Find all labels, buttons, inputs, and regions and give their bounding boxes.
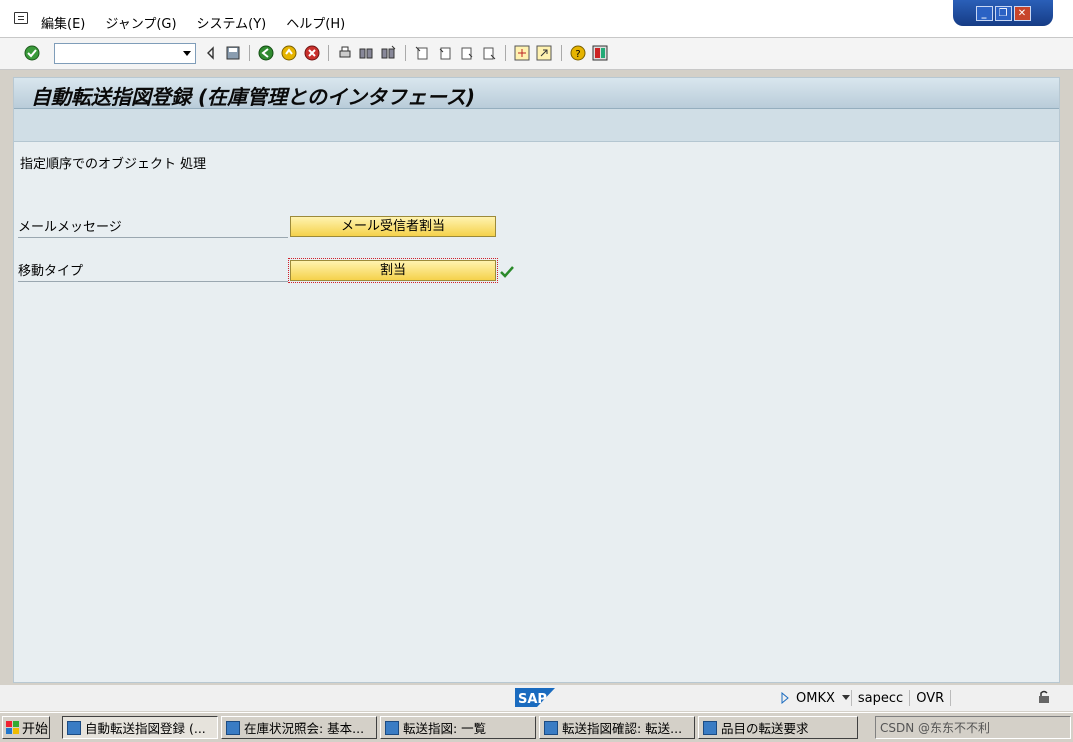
section-description: 指定順序でのオブジェクト 処理: [20, 157, 207, 172]
next-page-icon[interactable]: [459, 45, 475, 61]
start-button[interactable]: 开始: [2, 716, 50, 739]
menu-edit[interactable]: 編集(E): [41, 13, 85, 32]
lock-icon[interactable]: [1037, 690, 1051, 704]
status-bar: SAP OMKX sapecc OVR: [0, 685, 1073, 711]
status-info: OMKX sapecc OVR: [780, 690, 952, 706]
menu-goto[interactable]: ジャンプ(G): [105, 13, 176, 32]
task-item[interactable]: 品目の転送要求: [698, 716, 858, 739]
find-next-icon[interactable]: [380, 45, 396, 61]
enter-icon[interactable]: [24, 45, 40, 61]
app-window-icon: [67, 720, 81, 735]
insert-mode: OVR: [916, 690, 945, 706]
task-label: 自動転送指図登録 (...: [85, 721, 206, 736]
window-controls: _ ❐ ✕: [953, 0, 1053, 26]
toolbar-divider: [249, 45, 250, 61]
help-icon[interactable]: ?: [570, 45, 586, 61]
task-label: 在庫状況照会: 基本...: [244, 721, 365, 736]
server-name: sapecc: [857, 690, 904, 706]
shortcut-icon[interactable]: [536, 45, 552, 61]
new-session-icon[interactable]: [514, 45, 530, 61]
chevron-down-icon[interactable]: [183, 51, 191, 56]
main-panel: 自動転送指図登録 (在庫管理とのインタフェース) 指定順序でのオブジェクト 処理…: [13, 77, 1060, 683]
status-dropdown-icon[interactable]: [841, 694, 851, 702]
task-label: 転送指図確認: 転送...: [562, 721, 683, 736]
task-item[interactable]: 転送指図: 一覧: [380, 716, 536, 739]
previous-page-icon[interactable]: [437, 45, 453, 61]
back-arrow-icon[interactable]: [203, 45, 219, 61]
movement-type-label: 移動タイプ: [18, 263, 288, 282]
application-toolbar: [14, 109, 1059, 142]
page-title: 自動転送指図登録 (在庫管理とのインタフェース): [31, 85, 476, 109]
restore-button[interactable]: ❐: [994, 5, 1012, 21]
app-window-icon: [703, 720, 717, 735]
exit-icon[interactable]: [281, 45, 297, 61]
task-item[interactable]: 自動転送指図登録 (...: [62, 716, 218, 739]
toolbar-divider: [328, 45, 329, 61]
title-bar: 自動転送指図登録 (在庫管理とのインタフェース): [14, 78, 1059, 109]
print-icon[interactable]: [337, 45, 353, 61]
save-icon[interactable]: [225, 45, 241, 61]
back-icon[interactable]: [258, 45, 274, 61]
task-label: 品目の転送要求: [721, 721, 809, 736]
first-page-icon[interactable]: [414, 45, 430, 61]
windows-logo-icon: [6, 720, 19, 734]
app-window-icon: [385, 720, 399, 735]
layout-menu-icon[interactable]: [592, 45, 608, 61]
checkmark-icon: [500, 266, 514, 278]
task-item[interactable]: 転送指図確認: 転送...: [539, 716, 695, 739]
task-item[interactable]: 在庫状況照会: 基本...: [221, 716, 377, 739]
close-button[interactable]: ✕: [1013, 5, 1031, 21]
sap-logo: SAP: [515, 688, 555, 707]
cancel-icon[interactable]: [304, 45, 320, 61]
command-field[interactable]: [54, 43, 196, 64]
svg-text:?: ?: [575, 49, 580, 60]
menu-system[interactable]: システム(Y): [197, 13, 267, 32]
start-label: 开始: [22, 722, 49, 737]
app-window-icon: [226, 720, 240, 735]
menu-help[interactable]: ヘルプ(H): [286, 13, 345, 32]
toolbar-divider: [561, 45, 562, 61]
minimize-button[interactable]: _: [975, 5, 993, 21]
system-tray: CSDN @东东不不利: [875, 716, 1071, 739]
menu-items: 編集(E) ジャンプ(G) システム(Y) ヘルプ(H): [41, 13, 345, 32]
tray-text: CSDN @东东不不利: [880, 721, 991, 735]
status-divider: [950, 690, 952, 706]
assign-button[interactable]: 割当: [288, 258, 498, 283]
svg-text:SAP: SAP: [518, 692, 547, 707]
standard-toolbar: ?: [0, 38, 1073, 70]
mail-message-label: メールメッセージ: [18, 219, 288, 238]
task-label: 転送指図: 一覧: [403, 721, 487, 736]
toolbar-divider: [405, 45, 406, 61]
find-icon[interactable]: [358, 45, 374, 61]
app-window-icon: [544, 720, 558, 735]
menu-bar: 編集(E) ジャンプ(G) システム(Y) ヘルプ(H) _ ❐ ✕: [0, 0, 1073, 38]
taskbar: 开始 自動転送指図登録 (... 在庫状況照会: 基本... 転送指図: 一覧 …: [0, 712, 1073, 742]
expand-status-icon[interactable]: [780, 692, 790, 704]
toolbar-divider: [505, 45, 506, 61]
assign-mail-recipient-button[interactable]: メール受信者割当: [290, 216, 496, 237]
menu-toggle-icon[interactable]: [14, 12, 28, 24]
transaction-code: OMKX: [796, 690, 835, 706]
last-page-icon[interactable]: [481, 45, 497, 61]
